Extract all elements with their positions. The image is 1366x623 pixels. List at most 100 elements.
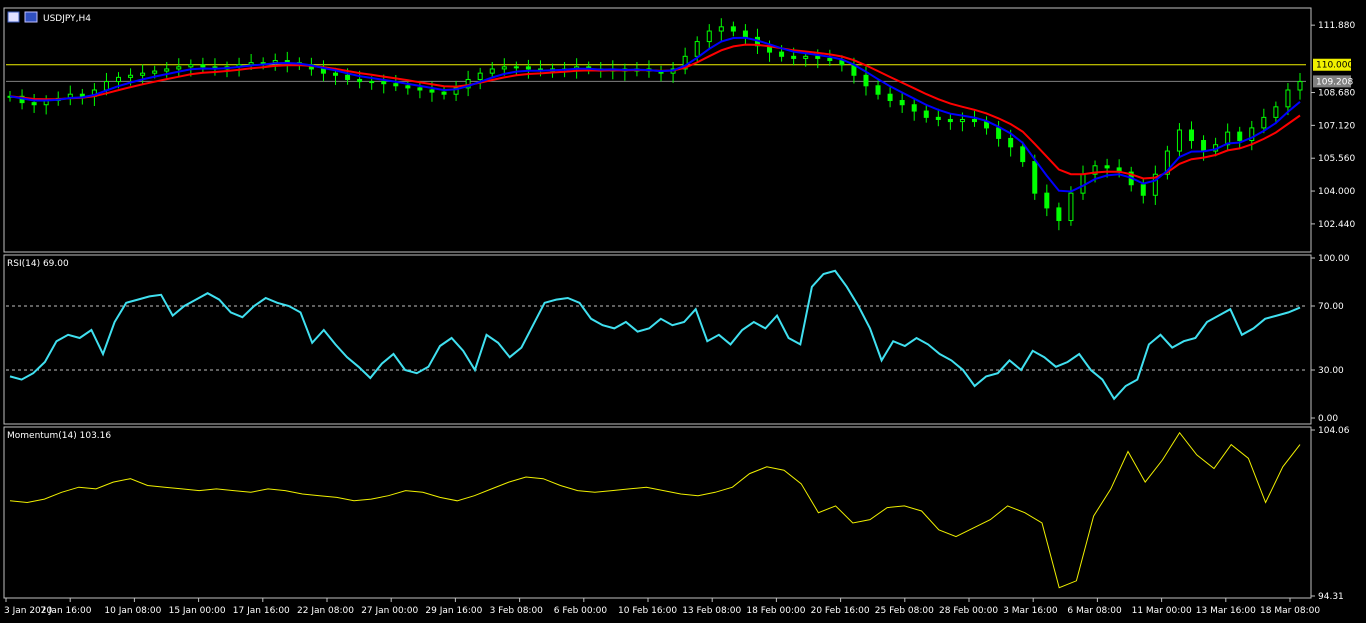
candle-body	[1285, 89, 1291, 108]
candle-body	[320, 68, 326, 74]
table-icon[interactable]	[7, 11, 20, 23]
candle-body	[815, 55, 821, 59]
price-tick-label: 108.680	[1318, 89, 1355, 99]
candle-body	[333, 72, 339, 76]
candle-body	[863, 74, 869, 87]
level-price-tag-label: 110.000	[1316, 61, 1353, 71]
candle-body	[1201, 140, 1207, 152]
candle-body	[1140, 184, 1146, 196]
candle-body	[887, 93, 893, 102]
candle-body	[1261, 116, 1267, 129]
candle-body	[996, 127, 1002, 139]
candle-body	[1297, 81, 1303, 91]
price-tick-label: 107.120	[1318, 121, 1355, 131]
price-tick-label: 102.440	[1318, 220, 1355, 230]
candle-body	[1020, 146, 1026, 163]
x-tick-label: 3 Mar 16:00	[1003, 606, 1058, 616]
x-tick-label: 3 Feb 08:00	[490, 606, 544, 616]
x-tick-label: 15 Jan 00:00	[169, 606, 226, 616]
candle-body	[489, 68, 495, 74]
x-tick-label: 28 Feb 00:00	[939, 606, 998, 616]
x-tick-label: 11 Mar 00:00	[1132, 606, 1192, 616]
candle-body	[381, 81, 387, 85]
y-axis-ticks: 111.880 108.680 107.120 105.560 104.000 102.4…	[1311, 21, 1355, 602]
candle-body	[501, 66, 507, 70]
candle-body	[875, 85, 881, 95]
candle-body	[152, 70, 158, 74]
candle-body	[128, 74, 134, 78]
x-tick-label: 17 Jan 16:00	[233, 606, 290, 616]
candle-body	[791, 55, 797, 59]
x-tick-label: 25 Feb 08:00	[875, 606, 934, 616]
rsi-tick-label: 0.00	[1318, 414, 1338, 424]
candle-body	[393, 83, 399, 87]
candle-body	[176, 66, 182, 70]
candle-body	[164, 68, 170, 72]
x-tick-label: 29 Jan 16:00	[425, 606, 482, 616]
x-tick-label: 10 Feb 16:00	[618, 606, 677, 616]
candle-body	[188, 64, 194, 68]
price-tick-label: 111.880	[1318, 21, 1355, 31]
candle-body	[1056, 207, 1062, 222]
candle-body	[959, 118, 965, 123]
candle-body	[116, 76, 122, 83]
candle-body	[935, 116, 941, 120]
candle-body	[345, 74, 351, 80]
candle-body	[441, 91, 447, 95]
candle-body	[1080, 173, 1086, 194]
candle-body	[694, 41, 700, 57]
x-tick-label: 18 Feb 00:00	[746, 606, 805, 616]
candle-body	[718, 26, 724, 32]
rsi-tick-label: 100.00	[1318, 254, 1350, 264]
momentum-title: Momentum(14) 103.16	[7, 431, 111, 441]
candle-body	[1188, 129, 1194, 142]
x-tick-label: 18 Mar 08:00	[1260, 606, 1320, 616]
candle-body	[369, 81, 375, 84]
price-tick-label: 105.560	[1318, 154, 1355, 164]
candle-body	[31, 102, 37, 106]
candle-body	[79, 93, 85, 97]
chart-area[interactable]: 110.000 109.208 111.880 108.680 107.120 105.…	[0, 0, 1366, 623]
candle-body	[417, 87, 423, 91]
rsi-tick-label: 70.00	[1318, 302, 1344, 312]
candle-body	[1044, 192, 1050, 209]
candle-body	[1104, 165, 1110, 169]
candle-body	[103, 81, 109, 91]
candle-body	[429, 89, 435, 93]
x-axis-ticks: 3 Jan 20207 Jan 16:00 10 Jan 08:00 15 Jan …	[4, 598, 1320, 616]
candle-body	[947, 118, 953, 123]
chart-title-text: USDJPY,H4	[43, 14, 91, 24]
candle-body	[730, 26, 736, 32]
momentum-panel[interactable]	[3, 426, 1312, 599]
candle-body	[525, 66, 531, 70]
candle-body	[1273, 106, 1279, 118]
x-tick-label: 13 Feb 08:00	[682, 606, 741, 616]
bid-price-tag-label: 109.208	[1316, 77, 1353, 87]
x-tick-label: 20 Feb 16:00	[811, 606, 870, 616]
candle-body	[706, 30, 712, 43]
candle-body	[911, 104, 917, 112]
candle-body	[477, 72, 483, 80]
candle-body	[899, 100, 905, 106]
candle-body	[923, 110, 929, 118]
momentum-tick-label: 94.31	[1318, 592, 1344, 602]
price-panel[interactable]	[3, 7, 1312, 253]
candle-body	[200, 64, 206, 68]
rsi-title: RSI(14) 69.00	[7, 259, 69, 269]
candle-body	[357, 78, 363, 83]
chart-flag-icon[interactable]	[24, 11, 38, 23]
x-tick-label: 22 Jan 08:00	[297, 606, 354, 616]
x-tick-label: 6 Mar 08:00	[1067, 606, 1122, 616]
x-tick-label: 10 Jan 08:00	[104, 606, 161, 616]
candle-body	[513, 66, 519, 69]
x-tick-label: 6 Feb 00:00	[554, 606, 608, 616]
candle-body	[779, 51, 785, 57]
price-tick-label: 104.000	[1318, 187, 1355, 197]
candle-body	[1032, 161, 1038, 194]
candle-body	[1237, 131, 1243, 142]
x-tick-label: 27 Jan 00:00	[361, 606, 418, 616]
candle-body	[803, 55, 809, 59]
candle-body	[971, 118, 977, 123]
momentum-tick-label: 104.06	[1318, 426, 1350, 436]
candle-body	[1068, 192, 1074, 222]
